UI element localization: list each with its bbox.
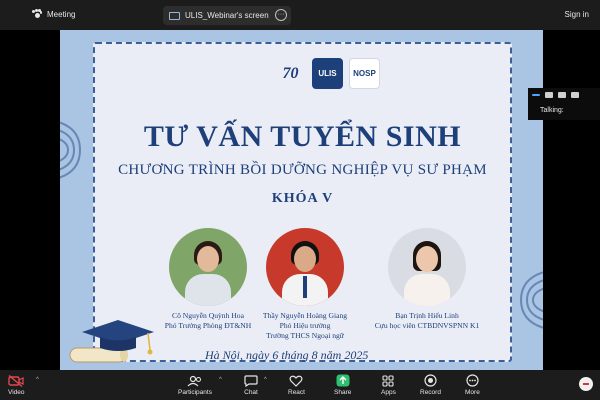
more-label: More — [465, 389, 480, 396]
meeting-label: Meeting — [47, 9, 76, 19]
record-label: Record — [420, 389, 441, 396]
apps-button[interactable]: Apps — [381, 374, 396, 396]
view-controls[interactable] — [532, 92, 579, 98]
decorative-stripes-right — [519, 271, 543, 329]
share-button[interactable]: Share — [334, 374, 351, 396]
share-screen-icon — [336, 374, 350, 387]
webinar-slide: 70 ULIS NOSP TƯ VẤN TUYỂN SINH CHƯƠNG TR… — [60, 30, 543, 370]
react-button[interactable]: React — [288, 374, 305, 396]
speaker-role: Cựu học viên CTBDNVSPNN K1 — [374, 321, 480, 330]
share-label: Share — [334, 389, 352, 396]
shared-screen-area: 70 ULIS NOSP TƯ VẤN TUYỂN SINH CHƯƠNG TR… — [0, 30, 600, 370]
sign-in-link[interactable]: Sign in — [565, 10, 589, 19]
participants-options-caret[interactable]: ^ — [219, 377, 222, 383]
minimize-icon[interactable] — [532, 94, 540, 96]
chat-button[interactable]: Chat — [244, 374, 258, 396]
more-icon — [466, 374, 479, 387]
heart-icon — [290, 375, 303, 387]
chat-icon — [244, 374, 258, 387]
talking-panel: Talking: — [528, 88, 600, 120]
paw-icon — [32, 9, 42, 19]
participants-icon — [187, 375, 201, 386]
slide-subtitle: CHƯƠNG TRÌNH BỒI DƯỠNG NGHIỆP VỤ SƯ PHẠM — [118, 162, 487, 178]
logo-row: 70 ULIS NOSP — [275, 58, 380, 89]
leave-meeting-button[interactable] — [579, 377, 593, 391]
decorative-stripes-left — [60, 121, 82, 179]
video-options-caret[interactable]: ^ — [36, 377, 39, 383]
speaker-role: Phó Hiệu trưởng — [279, 321, 331, 330]
graduation-cap-illustration — [69, 320, 154, 363]
more-options-icon[interactable]: ··· — [275, 9, 287, 21]
grid-view-icon[interactable] — [558, 92, 566, 98]
apps-grid-icon — [382, 374, 394, 387]
screen-tab-label: ULIS_Webinar's screen — [185, 11, 269, 20]
apps-label: Apps — [381, 389, 396, 396]
chat-label: Chat — [244, 389, 258, 396]
hide-panel-icon[interactable] — [571, 92, 579, 98]
record-icon — [424, 374, 437, 387]
course-label: KHÓA V — [271, 191, 334, 206]
react-label: React — [288, 389, 305, 396]
avatar — [266, 228, 344, 306]
video-off-icon — [8, 374, 24, 387]
speaker-card: Bạn Trịnh Hiểu Linh Cựu học viên CTBDNVS… — [357, 228, 497, 331]
participants-button[interactable]: Participants — [178, 374, 212, 396]
anniversary-logo: 70 — [282, 64, 299, 82]
video-label: Video — [8, 389, 25, 396]
speaker-card: Thầy Nguyễn Hoàng Giang Phó Hiệu trưởng … — [235, 228, 375, 341]
talking-label: Talking: — [540, 107, 564, 114]
chat-options-caret[interactable]: ^ — [264, 377, 267, 383]
more-button[interactable]: More — [465, 374, 480, 396]
nosp-logo: NOSP — [349, 58, 380, 89]
slide-title: TƯ VẤN TUYỂN SINH — [143, 120, 462, 153]
speaker-name: Bạn Trịnh Hiểu Linh — [395, 311, 459, 320]
participants-label: Participants — [178, 389, 212, 396]
single-view-icon[interactable] — [545, 92, 553, 98]
top-bar: Meeting ULIS_Webinar's screen ··· Sign i… — [0, 0, 600, 30]
video-button[interactable]: Video — [8, 374, 25, 396]
screen-share-tab[interactable]: ULIS_Webinar's screen ··· — [163, 6, 291, 25]
avatar — [388, 228, 466, 306]
ulis-logo: ULIS — [312, 58, 343, 89]
meeting-menu-button[interactable]: Meeting — [32, 9, 75, 19]
screen-share-icon — [169, 11, 180, 20]
meeting-toolbar: Video ^ Participants ^ Chat ^ React Shar… — [0, 370, 600, 400]
record-button[interactable]: Record — [420, 374, 441, 396]
speaker-name: Thầy Nguyễn Hoàng Giang — [262, 311, 348, 320]
speaker-organization: Trường THCS Ngoại ngữ — [266, 331, 344, 340]
